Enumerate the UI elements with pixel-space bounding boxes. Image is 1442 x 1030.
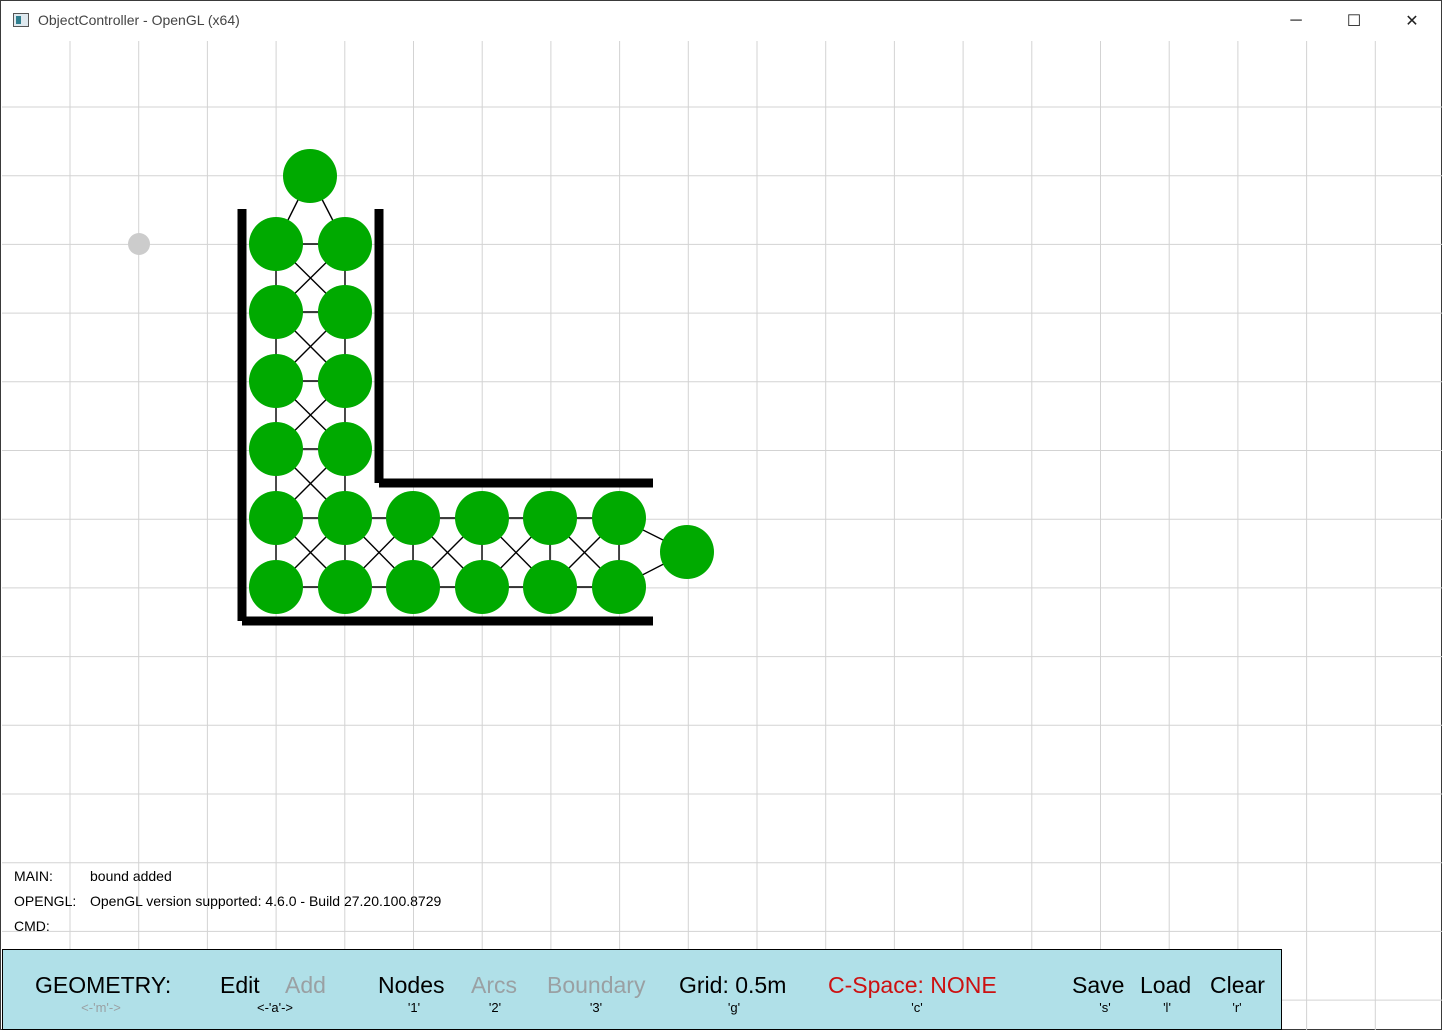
node [592, 560, 646, 614]
close-button[interactable]: ✕ [1383, 1, 1441, 41]
load-key-hint: 'l' [1163, 1000, 1171, 1015]
grid [2, 41, 1442, 1030]
mode-label[interactable]: GEOMETRY: [35, 972, 171, 999]
status-main-value: bound added [90, 868, 172, 884]
status-opengl-value: OpenGL version supported: 4.6.0 - Build … [90, 893, 442, 909]
node [386, 560, 440, 614]
cspace-button[interactable]: C-Space: NONE [828, 972, 997, 999]
grid-key-hint: 'g' [727, 1000, 741, 1015]
node [249, 285, 303, 339]
node [455, 560, 509, 614]
node [660, 525, 714, 579]
node [318, 491, 372, 545]
node [386, 491, 440, 545]
app-icon [13, 13, 29, 27]
add-button[interactable]: Add [285, 972, 326, 999]
nodes-button[interactable]: Nodes [378, 972, 444, 999]
load-button[interactable]: Load [1140, 972, 1191, 999]
boundary-button[interactable]: Boundary [547, 972, 645, 999]
node [523, 491, 577, 545]
node [318, 422, 372, 476]
cspace-key-hint: 'c' [911, 1000, 923, 1015]
clear-key-hint: 'r' [1232, 1000, 1242, 1015]
status-cmd-label: CMD: [14, 918, 50, 934]
node [592, 491, 646, 545]
mode-key-hint: <-'m'-> [81, 1000, 121, 1015]
node [523, 560, 577, 614]
window-title: ObjectController - OpenGL (x64) [38, 12, 240, 28]
node [249, 491, 303, 545]
node [318, 217, 372, 271]
status-main: MAIN: bound added [14, 868, 172, 884]
toolbar: GEOMETRY: <-'m'-> Edit Add <-'a'-> Nodes… [2, 949, 1282, 1030]
arcs-button[interactable]: Arcs [471, 972, 517, 999]
node [283, 149, 337, 203]
node [249, 560, 303, 614]
minimize-button[interactable]: ─ [1267, 1, 1325, 41]
save-key-hint: 's' [1099, 1000, 1111, 1015]
opengl-canvas[interactable] [2, 41, 1442, 1030]
clear-button[interactable]: Clear [1210, 972, 1265, 999]
save-button[interactable]: Save [1072, 972, 1124, 999]
boundary-key-hint: '3' [589, 1000, 603, 1015]
node [249, 422, 303, 476]
cursor-dot-icon [128, 233, 150, 255]
arcs-key-hint: '2' [488, 1000, 502, 1015]
nodes-key-hint: '1' [407, 1000, 421, 1015]
grid-button[interactable]: Grid: 0.5m [679, 972, 786, 999]
maximize-button[interactable]: ☐ [1325, 1, 1383, 41]
node [318, 354, 372, 408]
node [318, 560, 372, 614]
app-window: ObjectController - OpenGL (x64) ─ ☐ ✕ MA… [0, 0, 1442, 1030]
edit-button[interactable]: Edit [220, 972, 260, 999]
status-cmd: CMD: [14, 918, 90, 934]
edit-add-key-hint: <-'a'-> [256, 1000, 294, 1015]
node [455, 491, 509, 545]
status-opengl-label: OPENGL: [14, 893, 77, 909]
node [318, 285, 372, 339]
status-main-label: MAIN: [14, 868, 53, 884]
node [249, 217, 303, 271]
status-opengl: OPENGL: OpenGL version supported: 4.6.0 -… [14, 893, 441, 909]
title-bar[interactable]: ObjectController - OpenGL (x64) ─ ☐ ✕ [1, 1, 1441, 41]
node [249, 354, 303, 408]
